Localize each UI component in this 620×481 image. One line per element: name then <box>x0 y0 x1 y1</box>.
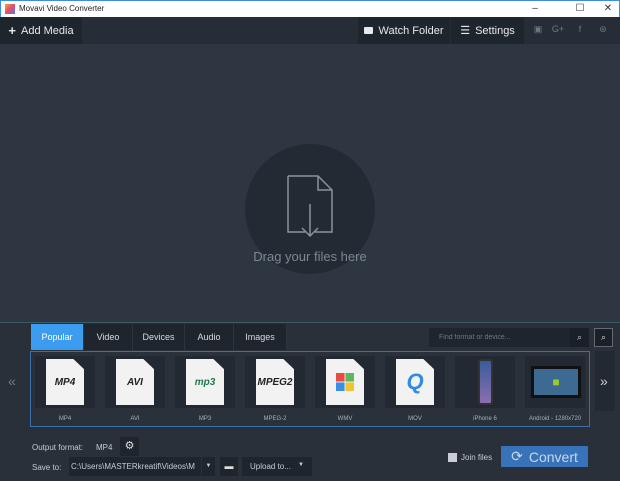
save-path-field[interactable]: C:\Users\MASTERkreatif\Videos\M <box>69 457 201 476</box>
add-media-button[interactable]: + Add Media <box>0 17 82 44</box>
output-format-value: MP4 <box>96 443 113 452</box>
format-label: MOV <box>408 416 422 422</box>
chevron-down-icon: ▼ <box>298 462 304 468</box>
minimize-button[interactable]: – <box>525 3 545 14</box>
format-label: Android - 1280x720 <box>528 416 582 422</box>
format-label: MPEG-2 <box>263 416 287 422</box>
format-search-input[interactable] <box>429 328 570 347</box>
format-tile-mp4[interactable]: MP4 <box>35 356 95 408</box>
format-tile-mpeg-2[interactable]: MPEG2 <box>245 356 305 408</box>
title-bar: Movavi Video Converter – ☐ ✕ <box>0 0 620 17</box>
convert-button[interactable]: ⟳ Convert <box>501 446 588 467</box>
format-panel: Popular Video Devices Audio Images ⌕ ⌕ «… <box>0 322 620 481</box>
facebook-icon[interactable]: f <box>573 24 587 34</box>
format-icon: MP4 <box>46 359 84 405</box>
menu-icon: ☰ <box>460 25 471 37</box>
save-path-dropdown[interactable]: ▼ <box>202 457 215 476</box>
format-icon: MPEG2 <box>256 359 294 405</box>
app-logo-icon <box>5 4 15 14</box>
join-files-label: Join files <box>461 453 493 462</box>
plus-icon: + <box>8 23 16 38</box>
format-settings-button[interactable]: ⚙ <box>120 437 139 456</box>
google-plus-icon[interactable]: G+ <box>551 24 565 34</box>
format-strip: MP4 MP4 AVI AVI mp3 MP3 MPEG2 MPEG-2 WMV Q MOV iPho… <box>30 351 590 427</box>
iphone-icon <box>478 359 493 405</box>
format-icon <box>326 359 364 405</box>
browse-folder-button[interactable]: ▬ <box>220 457 238 476</box>
format-label: WMV <box>337 416 353 422</box>
tab-images[interactable]: Images <box>234 324 287 350</box>
watch-folder-label: Watch Folder <box>378 24 444 37</box>
gear-icon: ⚙ <box>124 440 135 452</box>
vk-icon[interactable]: ⊛ <box>596 24 610 35</box>
scroll-left-icon[interactable]: « <box>8 373 16 389</box>
format-tile-mp3[interactable]: mp3 <box>175 356 235 408</box>
window-title: Movavi Video Converter <box>19 4 105 13</box>
format-tile-avi[interactable]: AVI <box>105 356 165 408</box>
format-label: AVI <box>130 416 140 422</box>
scroll-right-icon[interactable]: » <box>600 373 608 389</box>
detect-device-button[interactable]: ⌕ <box>594 328 613 347</box>
drop-hint: Drag your files here <box>253 249 367 264</box>
join-files-checkbox[interactable] <box>448 453 457 462</box>
tab-audio[interactable]: Audio <box>185 324 234 350</box>
toolbar: + Add Media Watch Folder ☰ Settings ▣ G+ f… <box>0 17 620 44</box>
format-tile-mov[interactable]: Q <box>385 356 445 408</box>
format-label: MP4 <box>58 416 72 422</box>
folder-icon: ▬ <box>224 461 234 471</box>
refresh-icon: ⟳ <box>511 448 523 464</box>
output-format-label: Output format: <box>32 443 84 452</box>
upload-label: Upload to... <box>250 462 291 471</box>
close-button[interactable]: ✕ <box>598 3 618 14</box>
format-label: iPhone 6 <box>473 416 497 422</box>
upload-to-dropdown[interactable]: Upload to... ▼ <box>242 457 312 476</box>
search-icon: ⌕ <box>576 332 583 342</box>
convert-label: Convert <box>528 448 578 465</box>
android-tablet-icon: ■ <box>531 366 581 398</box>
format-icon: Q <box>396 359 434 405</box>
youtube-icon[interactable]: ▣ <box>531 24 545 35</box>
chevron-down-icon: ▼ <box>205 463 212 469</box>
save-to-label: Save to: <box>32 463 62 472</box>
format-label: MP3 <box>198 416 212 422</box>
watch-folder-button[interactable]: Watch Folder <box>358 17 450 44</box>
format-tile-wmv[interactable] <box>315 356 375 408</box>
drop-area[interactable]: Drag your files here <box>0 44 620 322</box>
tab-popular[interactable]: Popular <box>31 324 84 350</box>
add-media-label: Add Media <box>21 24 74 37</box>
search-button[interactable]: ⌕ <box>570 328 589 347</box>
format-tile-iphone-6[interactable] <box>455 356 515 408</box>
maximize-button[interactable]: ☐ <box>570 3 590 14</box>
device-search-icon: ⌕ <box>600 332 607 342</box>
folder-icon <box>364 27 374 34</box>
tab-devices[interactable]: Devices <box>133 324 185 350</box>
format-icon: AVI <box>116 359 154 405</box>
settings-label: Settings <box>475 24 515 37</box>
settings-button[interactable]: ☰ Settings <box>451 17 524 44</box>
format-tile-android-1280x720[interactable]: ■ <box>525 356 585 408</box>
tab-video[interactable]: Video <box>84 324 133 350</box>
format-icon: mp3 <box>186 359 224 405</box>
